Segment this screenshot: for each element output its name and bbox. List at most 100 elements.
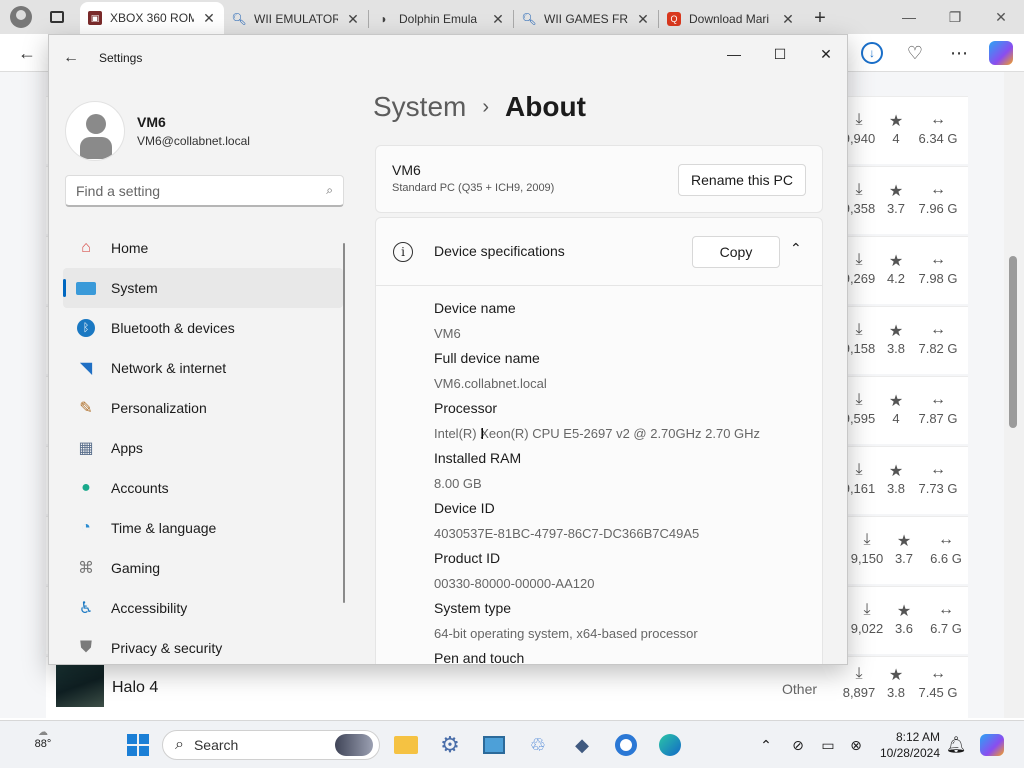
notification-bell-icon[interactable]: 🔔︎ bbox=[940, 729, 972, 761]
nav-item-gaming[interactable]: ⌘ Gaming bbox=[63, 548, 343, 588]
search-icon: ⌕ bbox=[175, 736, 184, 753]
nav-item-system[interactable]: System bbox=[63, 268, 343, 308]
spec-value[interactable]: 00330-80000-00000-AA120 bbox=[434, 571, 760, 596]
page-scrollbar[interactable] bbox=[1004, 72, 1024, 718]
close-button[interactable]: ✕ bbox=[803, 39, 847, 69]
shield-icon: ⛊ bbox=[79, 639, 92, 656]
file-size: 7.96 G bbox=[918, 201, 958, 216]
clock[interactable]: 8:12 AM 10/28/2024 bbox=[862, 729, 940, 761]
maximize-button[interactable]: ☐ bbox=[757, 39, 803, 69]
breadcrumb-parent[interactable]: System bbox=[373, 91, 466, 123]
file-explorer-icon[interactable] bbox=[390, 729, 422, 761]
nav-item-personalization[interactable]: ✎ Personalization bbox=[63, 388, 343, 428]
info-icon: i bbox=[393, 242, 413, 262]
nav-item-network[interactable]: ◥ Network & internet bbox=[63, 348, 343, 388]
browser-tab-xbox360[interactable]: ▣ XBOX 360 ROM ✕ bbox=[80, 2, 224, 34]
apps-icon: ▦ bbox=[78, 440, 94, 457]
copy-button[interactable]: Copy bbox=[692, 236, 780, 268]
nav-label: Accounts bbox=[111, 480, 169, 496]
bluetooth-icon: ᛒ bbox=[75, 317, 97, 339]
gamepad-icon: ⌘ bbox=[78, 560, 94, 577]
size-arrows-icon: ↔ bbox=[930, 181, 946, 198]
avatar bbox=[65, 101, 125, 161]
tab-title: Dolphin Emula bbox=[399, 12, 478, 26]
page-title: About bbox=[505, 91, 586, 122]
nav-label: Apps bbox=[111, 440, 143, 456]
size-arrows-icon: ↔ bbox=[930, 111, 946, 128]
nav-item-privacy-security[interactable]: ⛊ Privacy & security bbox=[63, 628, 343, 664]
list-item-halo-4[interactable]: Halo 4 Other ⤓ 8,897 ★ 3.8 ↔ 7.45 G bbox=[46, 656, 968, 718]
close-tab-icon[interactable]: ✕ bbox=[781, 11, 795, 28]
copilot-button[interactable] bbox=[984, 34, 1018, 72]
nav-label: Personalization bbox=[111, 400, 207, 416]
close-tab-icon[interactable]: ✕ bbox=[202, 10, 216, 27]
chevron-up-icon[interactable]: ⌃ bbox=[750, 729, 782, 761]
site-favicon-icon: Q bbox=[667, 12, 681, 26]
star-icon: ★ bbox=[888, 183, 904, 200]
profile-icon[interactable] bbox=[10, 6, 32, 28]
spec-value[interactable]: 8.00 GB bbox=[434, 471, 760, 496]
game-title[interactable]: Halo 4 bbox=[112, 679, 158, 697]
spec-value[interactable]: 64-bit operating system, x64-based proce… bbox=[434, 621, 760, 646]
nav-scrollbar[interactable] bbox=[343, 243, 345, 603]
weather-widget[interactable]: ☁ 88° bbox=[18, 727, 68, 750]
device-specifications-card: i Device specifications Copy ⌃ Device na… bbox=[375, 217, 823, 664]
nav-label: Network & internet bbox=[111, 360, 227, 376]
nav-item-home[interactable]: ⌂ Home bbox=[63, 228, 343, 268]
close-tab-icon[interactable]: ✕ bbox=[346, 11, 360, 28]
virtualbox-icon[interactable]: ◆ bbox=[566, 729, 598, 761]
download-count: 8,897 bbox=[842, 685, 876, 700]
accessibility-icon: ♿︎ bbox=[78, 600, 94, 617]
new-tab-button[interactable]: + bbox=[803, 2, 837, 34]
browser-tab-strip: ▣ XBOX 360 ROM ✕ 🔍︎ WII EMULATOR ✕ ◗ Dol… bbox=[0, 0, 1024, 34]
wifi-icon: ◥ bbox=[79, 360, 93, 377]
taskbar-search[interactable]: ⌕ Search bbox=[162, 730, 380, 760]
spec-value[interactable]: VM6 bbox=[434, 321, 760, 346]
settings-app-icon[interactable]: ⚙ bbox=[434, 729, 466, 761]
downloads-button[interactable]: ↓ bbox=[855, 34, 889, 72]
browser-close-button[interactable]: ✕ bbox=[978, 0, 1024, 34]
browser-essentials-icon[interactable]: ♡ bbox=[898, 34, 932, 72]
browser-tab-download-mario[interactable]: Q Download Mari ✕ bbox=[659, 4, 803, 34]
app-icon[interactable]: ♲ bbox=[522, 729, 554, 761]
nav-item-accounts[interactable]: ● Accounts bbox=[63, 468, 343, 508]
rating-value: 4 bbox=[892, 411, 900, 426]
control-panel-icon[interactable] bbox=[478, 729, 510, 761]
chevron-up-icon[interactable]: ⌃ bbox=[790, 240, 802, 257]
more-menu-icon[interactable]: ⋯ bbox=[942, 34, 976, 72]
nav-item-accessibility[interactable]: ♿︎ Accessibility bbox=[63, 588, 343, 628]
globe-icon: ◔ bbox=[81, 519, 91, 536]
close-tab-icon[interactable]: ✕ bbox=[636, 11, 650, 28]
size-arrows-icon: ↔ bbox=[930, 251, 946, 268]
copilot-taskbar-icon[interactable] bbox=[976, 729, 1008, 761]
minimize-button[interactable]: — bbox=[711, 39, 757, 69]
browser-tab-wii-games[interactable]: 🔍︎ WII GAMES FRE ✕ bbox=[514, 4, 658, 34]
size-arrows-icon: ↔ bbox=[938, 601, 954, 618]
browser-tab-dolphin[interactable]: ◗ Dolphin Emula ✕ bbox=[369, 4, 513, 34]
network-icon[interactable]: ⊘ bbox=[782, 729, 814, 761]
rating-value: 3.8 bbox=[886, 341, 906, 356]
user-profile[interactable]: VM6 VM6@collabnet.local bbox=[65, 101, 250, 161]
tab-actions-icon[interactable] bbox=[50, 11, 64, 23]
browser-tab-wii-emulator[interactable]: 🔍︎ WII EMULATOR ✕ bbox=[224, 4, 368, 34]
spec-value[interactable]: VM6.collabnet.local bbox=[434, 371, 760, 396]
device-specifications-header[interactable]: i Device specifications Copy ⌃ bbox=[376, 218, 822, 286]
nav-item-time-language[interactable]: ◔ Time & language bbox=[63, 508, 343, 548]
rename-pc-button[interactable]: Rename this PC bbox=[678, 164, 806, 196]
back-arrow-icon[interactable]: ← bbox=[63, 49, 79, 67]
file-size: 6.34 G bbox=[918, 131, 958, 146]
scrollbar-thumb[interactable] bbox=[1009, 256, 1017, 428]
close-tab-icon[interactable]: ✕ bbox=[491, 11, 505, 28]
chrome-icon[interactable] bbox=[610, 729, 642, 761]
find-setting-input[interactable]: Find a setting ⌕ bbox=[65, 175, 344, 207]
browser-restore-button[interactable]: ❐ bbox=[932, 0, 978, 34]
start-button[interactable] bbox=[122, 729, 154, 761]
star-icon: ★ bbox=[896, 533, 912, 550]
nav-item-bluetooth[interactable]: ᛒ Bluetooth & devices bbox=[63, 308, 343, 348]
download-icon: ⤓ bbox=[855, 321, 863, 338]
nav-item-apps[interactable]: ▦ Apps bbox=[63, 428, 343, 468]
browser-minimize-button[interactable]: — bbox=[886, 0, 932, 34]
edge-icon[interactable] bbox=[654, 729, 686, 761]
back-arrow-icon[interactable]: ← bbox=[10, 34, 44, 72]
spec-value[interactable]: 4030537E-81BC-4797-86C7-DC366B7C49A5 bbox=[434, 521, 760, 546]
